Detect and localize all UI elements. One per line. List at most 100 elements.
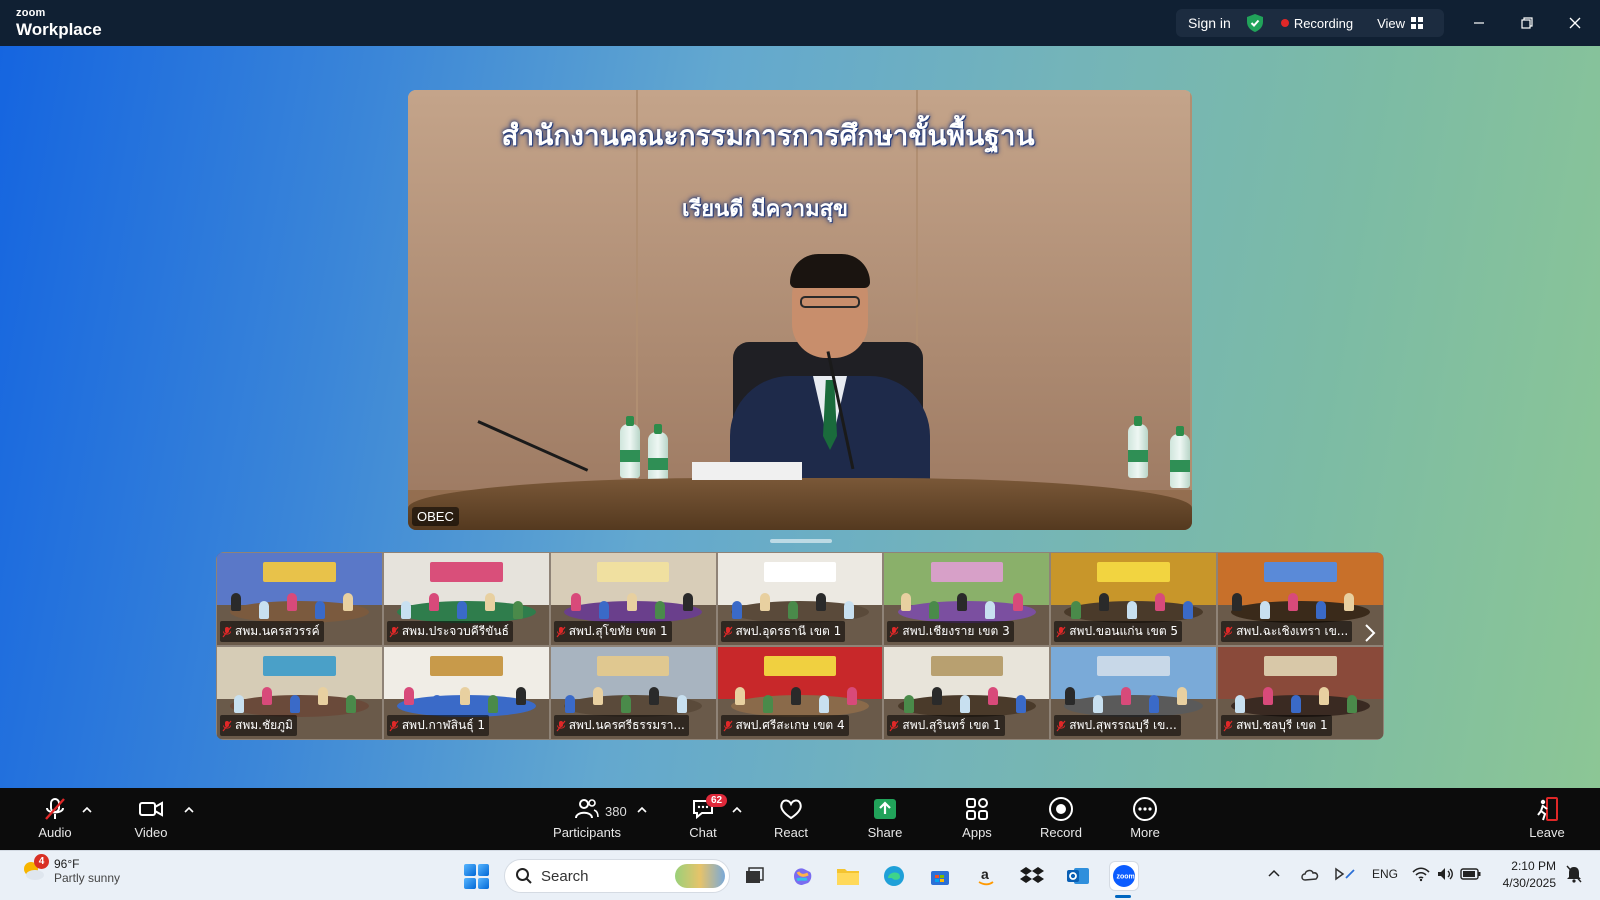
tile-attendee <box>1016 695 1027 713</box>
microphone-muted-icon <box>222 626 232 637</box>
tile-attendee <box>985 601 996 619</box>
participant-tile[interactable]: สพป.นครศรีธรรมรา... <box>549 646 717 740</box>
participant-tile[interactable]: สพป.เชียงราย เขต 3 <box>883 552 1051 646</box>
tile-attendee <box>262 687 272 705</box>
grid-view-icon[interactable] <box>1411 17 1424 29</box>
tile-attendee <box>487 695 498 713</box>
participant-name: สพป.ขอนแก่น เขต 5 <box>1069 624 1179 638</box>
leave-label: Leave <box>1529 825 1565 840</box>
participant-tile[interactable]: สพป.ฉะเชิงเทรา เข... <box>1217 552 1384 646</box>
show-hidden-icons-chevron-icon[interactable] <box>1268 868 1280 878</box>
close-button[interactable] <box>1564 12 1586 34</box>
sign-in-button[interactable]: Sign in <box>1188 15 1231 31</box>
system-clock[interactable]: 2:10 PM 4/30/2025 <box>1484 858 1556 892</box>
weather-widget[interactable]: 4 96°F Partly sunny <box>20 854 120 885</box>
participant-tile[interactable]: สพม.ชัยภูมิ <box>216 646 383 740</box>
microphone-muted-icon <box>556 626 566 637</box>
recording-dot-icon <box>1280 19 1289 27</box>
tile-attendee <box>290 695 300 713</box>
view-button[interactable]: View <box>1377 16 1405 31</box>
notification-bell-icon[interactable] <box>1566 865 1582 883</box>
participant-tile[interactable]: สพป.สุรินทร์ เขต 1 <box>883 646 1051 740</box>
minimize-button[interactable] <box>1468 12 1490 34</box>
participant-tile-label: สพป.ชลบุรี เขต 1 <box>1221 715 1332 736</box>
participant-tile[interactable]: สพป.ชลบุรี เขต 1 <box>1217 646 1384 740</box>
microphone-muted-icon <box>889 720 899 731</box>
tile-attendee <box>1155 593 1166 611</box>
restore-icon <box>1521 17 1533 29</box>
dropbox-app[interactable] <box>1018 862 1046 890</box>
tile-attendee <box>932 687 943 705</box>
restore-button[interactable] <box>1516 12 1538 34</box>
edge-browser-app[interactable] <box>880 862 908 890</box>
participant-tile-label: สพป.สุพรรณบุรี เข... <box>1054 715 1181 736</box>
tile-attendee <box>1177 687 1188 705</box>
svg-text:a: a <box>981 866 989 882</box>
react-button[interactable]: React <box>756 796 826 840</box>
leave-button[interactable]: Leave <box>1512 796 1582 840</box>
audio-button[interactable]: Audio <box>20 796 90 840</box>
participant-tile[interactable]: สพป.อุดรธานี เขต 1 <box>716 552 884 646</box>
dropbox-icon <box>1020 867 1044 883</box>
volume-icon[interactable] <box>1436 866 1454 882</box>
participant-tile-label: สพป.ฉะเชิงเทรา เข... <box>1221 621 1353 642</box>
task-view-button[interactable] <box>740 862 768 890</box>
shield-check-icon[interactable] <box>1246 14 1263 32</box>
wifi-icon[interactable] <box>1412 866 1430 882</box>
audio-options-chevron-icon[interactable] <box>82 806 92 814</box>
chat-button[interactable]: 62 Chat <box>668 794 738 840</box>
location-share-icon[interactable] <box>1334 865 1356 883</box>
video-options-chevron-icon[interactable] <box>184 806 194 814</box>
participant-tile[interactable]: สพป.กาฬสินธุ์ 1 <box>382 646 550 740</box>
battery-charging-icon[interactable] <box>1460 867 1482 881</box>
apps-button[interactable]: Apps <box>942 796 1012 840</box>
participant-tile-label: สพป.เชียงราย เขต 3 <box>887 621 1014 642</box>
zoom-workplace-logo: zoom Workplace <box>16 8 102 39</box>
windows-start-button[interactable] <box>464 864 489 889</box>
participant-tile[interactable]: สพม.ประจวบคีรีขันธ์ <box>382 552 550 646</box>
video-label: Video <box>134 825 168 840</box>
windows-taskbar: 4 96°F Partly sunny Search a zoom ENG 2:… <box>0 850 1600 900</box>
participant-name: สพม.ประจวบคีรีขันธ์ <box>401 624 509 638</box>
tile-attendee <box>1347 695 1358 713</box>
input-language[interactable]: ENG <box>1372 867 1398 881</box>
tile-attendee <box>1316 601 1327 619</box>
tile-room-sign <box>1264 656 1337 677</box>
amazon-app[interactable]: a <box>972 862 1000 890</box>
participant-tile[interactable]: สพป.สุพรรณบุรี เข... <box>1050 646 1218 740</box>
participant-tile[interactable]: สพป.ศรีสะเกษ เขต 4 <box>716 646 884 740</box>
copilot-app[interactable] <box>788 862 816 890</box>
heart-icon <box>780 799 802 820</box>
participant-tile[interactable]: สพป.สุโขทัย เขต 1 <box>549 552 717 646</box>
outlook-app[interactable] <box>1064 862 1092 890</box>
file-explorer-app[interactable] <box>834 862 862 890</box>
microphone-muted-icon <box>389 720 399 731</box>
weather-alert-badge: 4 <box>34 854 49 869</box>
onedrive-cloud-icon[interactable] <box>1300 865 1320 883</box>
tile-attendee <box>1183 601 1194 619</box>
chat-options-chevron-icon[interactable] <box>732 806 742 814</box>
outlook-icon <box>1067 868 1089 884</box>
more-button[interactable]: More <box>1110 796 1180 840</box>
gallery-next-page-icon[interactable] <box>1363 623 1377 643</box>
zoom-app[interactable]: zoom <box>1110 862 1138 890</box>
participant-tile[interactable]: สพม.นครสวรรค์ <box>216 552 383 646</box>
tile-attendee <box>1149 695 1160 713</box>
tile-attendee <box>1065 687 1076 705</box>
recording-indicator[interactable]: Recording <box>1294 16 1353 31</box>
resize-handle[interactable] <box>770 539 832 543</box>
participants-options-chevron-icon[interactable] <box>637 806 647 814</box>
tile-attendee <box>676 695 687 713</box>
tile-room-sign <box>430 656 503 677</box>
brand-big: Workplace <box>16 20 102 39</box>
video-button[interactable]: Video <box>116 796 186 840</box>
record-button[interactable]: Record <box>1026 796 1096 840</box>
microsoft-store-app[interactable] <box>926 862 954 890</box>
taskbar-search[interactable]: Search <box>504 859 730 893</box>
share-button[interactable]: Share <box>850 796 920 840</box>
participant-tile[interactable]: สพป.ขอนแก่น เขต 5 <box>1050 552 1218 646</box>
tile-attendee <box>456 601 467 619</box>
participant-tile-label: สพป.สุโขทัย เขต 1 <box>553 621 672 642</box>
zoom-icon: zoom <box>1113 865 1135 887</box>
active-speaker-video[interactable]: สำนักงานคณะกรรมการการศึกษาขั้นพื้นฐาน เร… <box>408 90 1192 530</box>
